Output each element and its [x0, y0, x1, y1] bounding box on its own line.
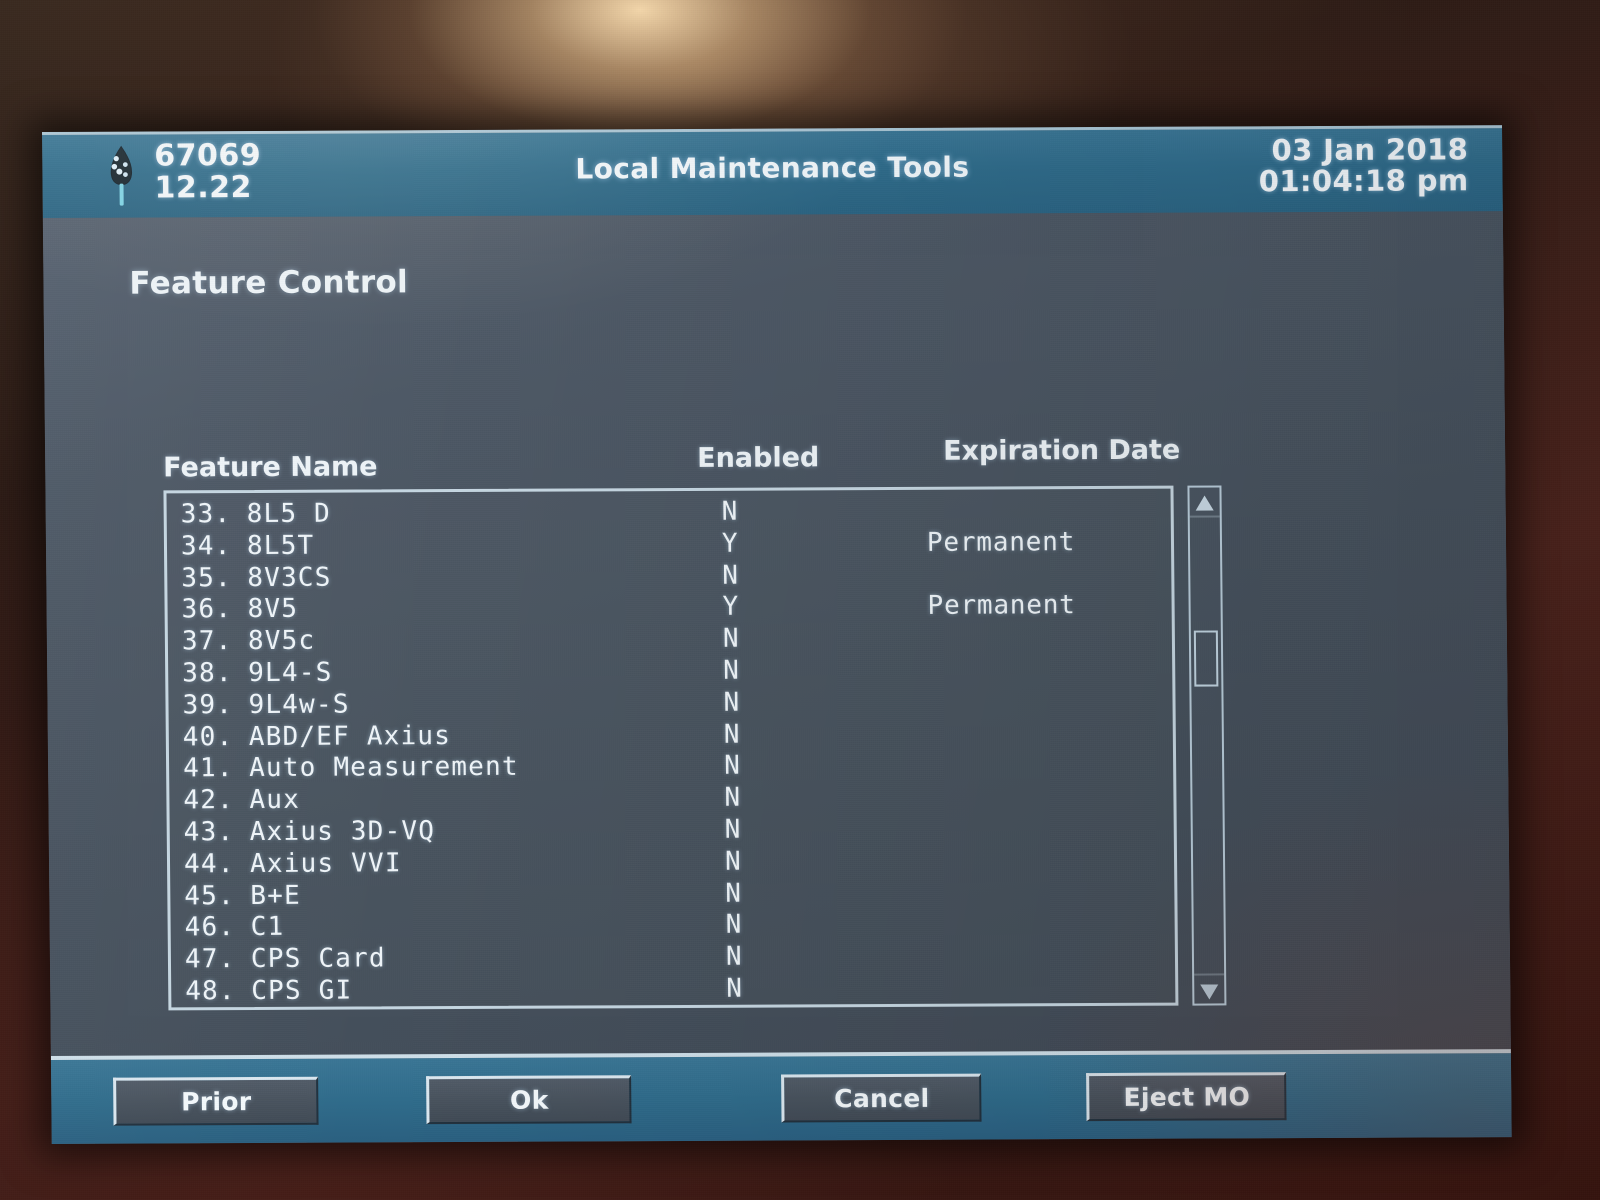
row-index: 43.	[183, 817, 235, 848]
column-header-feature-name: Feature Name	[163, 451, 378, 484]
row-feature-name: CPS GI	[251, 975, 353, 1006]
row-enabled-flag: N	[725, 878, 743, 909]
row-feature-name: Axius 3D-VQ	[249, 816, 436, 847]
table-row[interactable]: 37. 8V5c N	[168, 622, 1172, 659]
row-enabled-flag: N	[721, 496, 739, 527]
row-index: 34.	[180, 530, 232, 562]
row-enabled-flag: N	[723, 751, 742, 782]
row-enabled-flag: N	[725, 941, 743, 972]
cancel-button[interactable]: Cancel	[781, 1073, 982, 1123]
column-header-expiration: Expiration Date	[942, 434, 1181, 467]
row-index: 42.	[183, 785, 235, 816]
button-bar: Prior Ok Cancel Eject MO	[50, 1049, 1512, 1144]
row-feature-name: 9L4-S	[248, 657, 333, 689]
row-index: 46.	[184, 912, 236, 943]
row-index: 36.	[181, 594, 233, 625]
row-enabled-flag: N	[722, 623, 740, 654]
row-index: 39.	[182, 689, 234, 721]
row-expiration-date: Permanent	[927, 590, 1076, 622]
row-index: 48.	[185, 976, 236, 1007]
ok-button[interactable]: Ok	[426, 1075, 632, 1125]
page-title: Feature Control	[129, 264, 409, 302]
scroll-down-button[interactable]	[1194, 973, 1225, 1004]
feature-list-rows: 33. 8L5 D N 34. 8L5T Y Permanent 35. 8V3CS N 36. 8V…	[166, 489, 1175, 1008]
column-header-enabled: Enabled	[697, 442, 820, 474]
table-row[interactable]: 45. B+E N	[170, 876, 1174, 913]
row-enabled-flag: Y	[722, 592, 740, 623]
title-bar: 67069 12.22 Local Maintenance Tools 03 J…	[42, 125, 1503, 218]
row-index: 38.	[182, 658, 233, 689]
row-index: 44.	[183, 848, 235, 880]
feature-list[interactable]: 33. 8L5 D N 34. 8L5T Y Permanent 35. 8V3CS N 36. 8V…	[163, 485, 1179, 1011]
row-feature-name: CPS Card	[250, 943, 386, 975]
table-row[interactable]: 47. CPS Card N	[171, 940, 1175, 977]
monitor-screen: 67069 12.22 Local Maintenance Tools 03 J…	[42, 125, 1512, 1144]
row-feature-name: Axius VVI	[249, 848, 402, 879]
row-index: 40.	[182, 721, 234, 752]
row-expiration-date: Permanent	[926, 526, 1076, 558]
row-enabled-flag: N	[722, 560, 740, 591]
row-index: 47.	[184, 944, 236, 975]
row-index: 41.	[182, 753, 234, 784]
row-feature-name: 8V5	[247, 594, 299, 625]
prior-button[interactable]: Prior	[113, 1076, 319, 1126]
content-area: Feature Control Feature Name Enabled Exp…	[42, 211, 1511, 1133]
triangle-down-icon	[1200, 984, 1219, 1000]
row-enabled-flag: N	[723, 719, 741, 750]
table-row[interactable]: 43. Axius 3D-VQ N	[170, 813, 1174, 850]
row-feature-name: 8V3CS	[247, 562, 332, 593]
row-feature-name: 9L4w-S	[248, 689, 350, 720]
row-index: 35.	[181, 562, 232, 593]
table-row[interactable]: 48. CPS GI N	[171, 972, 1175, 1009]
row-enabled-flag: Y	[721, 528, 739, 559]
table-row[interactable]: 42. Aux N	[169, 781, 1173, 818]
row-index: 45.	[184, 880, 236, 911]
table-row[interactable]: 44. Axius VVI N	[170, 844, 1174, 881]
date-text: 03 Jan 2018	[1271, 132, 1469, 168]
table-row[interactable]: 40. ABD/EF Axius N	[169, 717, 1173, 754]
row-feature-name: Aux	[249, 784, 301, 816]
table-row[interactable]: 38. 9L4-S N	[168, 654, 1172, 691]
table-row[interactable]: 41. Auto Measurement N	[169, 749, 1173, 786]
row-enabled-flag: N	[723, 655, 741, 686]
eject-mo-button[interactable]: Eject MO	[1086, 1072, 1287, 1122]
table-row[interactable]: 33. 8L5 D N	[167, 495, 1171, 532]
row-feature-name: 8L5T	[246, 530, 315, 561]
scrollbar-thumb[interactable]	[1193, 630, 1219, 687]
table-row[interactable]: 34. 8L5T Y Permanent	[167, 526, 1171, 563]
triangle-up-icon	[1195, 495, 1214, 511]
time-text: 01:04:18 pm	[1258, 163, 1469, 199]
table-row[interactable]: 39. 9L4w-S N	[168, 685, 1172, 722]
row-index: 33.	[180, 499, 232, 530]
row-feature-name: C1	[250, 912, 285, 943]
table-row[interactable]: 46. C1 N	[171, 908, 1175, 945]
row-feature-name: 8V5c	[247, 625, 316, 657]
row-enabled-flag: N	[725, 910, 743, 941]
table-row[interactable]: 36. 8V5 Y Permanent	[167, 590, 1171, 627]
scroll-up-button[interactable]	[1189, 487, 1220, 518]
row-index: 37.	[181, 626, 233, 657]
row-feature-name: 8L5 D	[246, 498, 332, 530]
row-enabled-flag: N	[723, 687, 741, 718]
vertical-scrollbar[interactable]	[1187, 485, 1227, 1006]
row-enabled-flag: N	[724, 814, 742, 845]
row-feature-name: ABD/EF Axius	[248, 720, 452, 752]
row-enabled-flag: N	[724, 782, 742, 813]
row-enabled-flag: N	[726, 973, 744, 1004]
row-enabled-flag: N	[724, 846, 743, 877]
header-datetime: 03 Jan 2018 01:04:18 pm	[1258, 132, 1469, 199]
row-feature-name: B+E	[250, 880, 302, 911]
row-feature-name: Auto Measurement	[248, 752, 519, 784]
table-row[interactable]: 35. 8V3CS N	[167, 558, 1171, 595]
